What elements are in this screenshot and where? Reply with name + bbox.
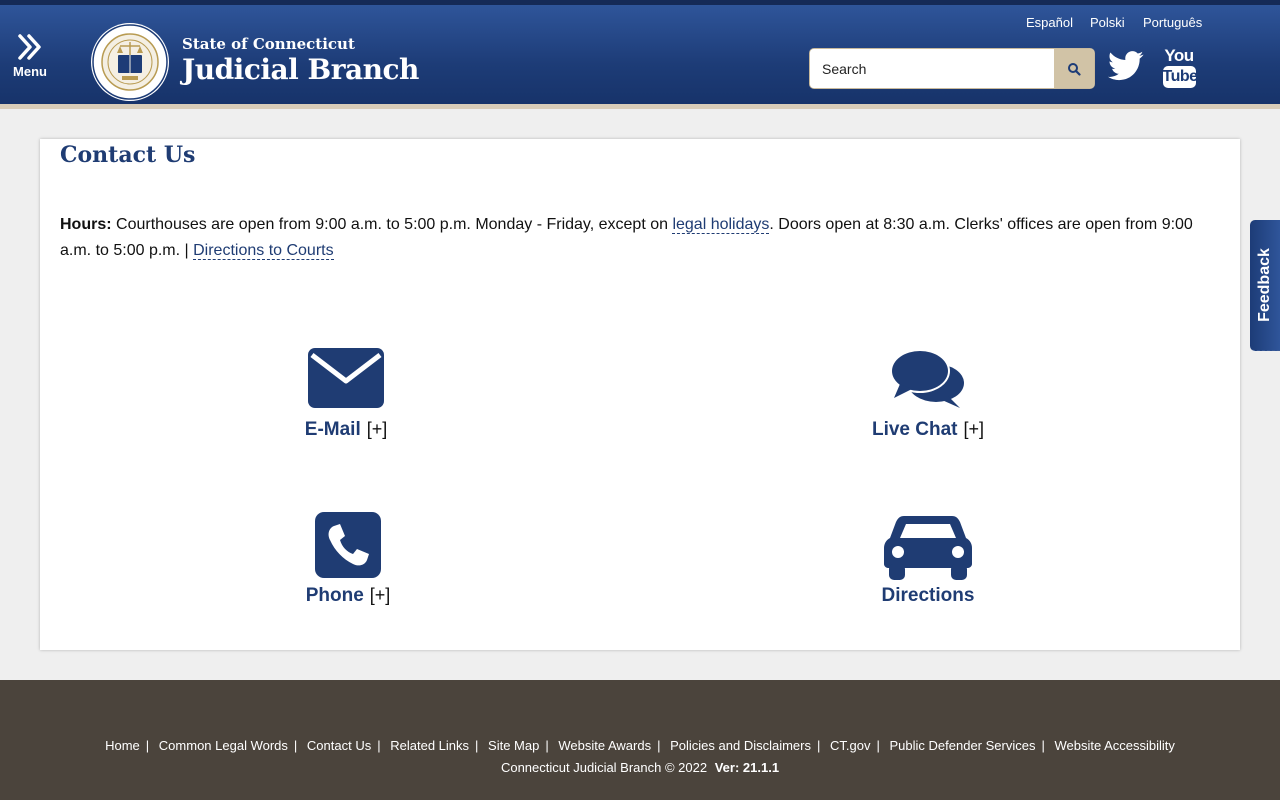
email-expand-toggle[interactable]: [+] (367, 419, 388, 439)
double-chevron-right-icon (18, 34, 41, 60)
footer-copyright: Connecticut Judicial Branch © 2022 Ver: … (0, 760, 1280, 775)
phone-icon (315, 512, 381, 578)
search-button[interactable] (1054, 49, 1094, 88)
footer-link-related-links[interactable]: Related Links (390, 738, 469, 753)
phone-label: Phone (305, 585, 364, 606)
footer-links: Home | Common Legal Words | Contact Us | Re… (0, 738, 1280, 753)
language-link-polski[interactable]: Polski (1090, 15, 1125, 30)
footer-separator: | (876, 738, 880, 753)
directions-label: Directions (881, 585, 975, 606)
footer-link-accessibility[interactable]: Website Accessibility (1054, 738, 1174, 753)
brand-title[interactable]: State of Connecticut Judicial Branch (182, 35, 419, 87)
car-icon (884, 516, 972, 580)
search-icon (1068, 62, 1081, 76)
footer-link-site-map[interactable]: Site Map (488, 738, 539, 753)
footer-link-public-defender[interactable]: Public Defender Services (890, 738, 1036, 753)
twitter-icon[interactable] (1108, 51, 1144, 81)
email-contact[interactable]: E-Mail [+] (216, 348, 476, 441)
footer-link-website-awards[interactable]: Website Awards (558, 738, 651, 753)
hours-label: Hours: (60, 216, 112, 233)
footer-separator: | (475, 738, 479, 753)
header-bottom-border (0, 104, 1280, 109)
feedback-label: Feedback (1256, 248, 1273, 322)
language-link-portugues[interactable]: Português (1143, 15, 1202, 30)
phone-contact[interactable]: Phone [+] (218, 512, 478, 607)
directions-to-courts-link[interactable]: Directions to Courts (193, 242, 334, 260)
page-title: Contact Us (60, 142, 196, 168)
footer-link-home[interactable]: Home (105, 738, 140, 753)
search-box (810, 49, 1094, 88)
email-label: E-Mail (304, 419, 361, 440)
directions-contact[interactable]: Directions (798, 512, 1058, 607)
footer-separator: | (293, 738, 298, 753)
hours-paragraph: Hours: Courthouses are open from 9:00 a.… (60, 212, 1210, 264)
live-chat-label: Live Chat (871, 419, 958, 440)
live-chat-expand-toggle[interactable]: [+] (964, 419, 985, 439)
site-footer: Home | Common Legal Words | Contact Us | Re… (0, 680, 1280, 800)
phone-expand-toggle[interactable]: [+] (370, 585, 391, 605)
footer-link-ct-gov[interactable]: CT.gov (830, 738, 870, 753)
chat-bubbles-icon (890, 349, 964, 408)
footer-separator: | (377, 738, 381, 753)
footer-link-common-legal-words[interactable]: Common Legal Words (159, 738, 288, 753)
footer-separator: | (817, 738, 821, 753)
footer-link-policies[interactable]: Policies and Disclaimers (670, 738, 811, 753)
site-header: Menu State of Connecticut Judicial Branc… (0, 5, 1280, 104)
feedback-tab[interactable]: Feedback (1250, 220, 1280, 351)
contact-card: Contact Us Hours: Courthouses are open f… (40, 139, 1240, 650)
legal-holidays-link[interactable]: legal holidays (672, 216, 770, 234)
live-chat-contact[interactable]: Live Chat [+] (798, 348, 1058, 441)
menu-label: Menu (13, 64, 47, 79)
copyright-text: Connecticut Judicial Branch © 2022 (500, 760, 708, 775)
hours-text-part1: Courthouses are open from 9:00 a.m. to 5… (116, 216, 668, 233)
brand-subtitle: State of Connecticut (182, 35, 355, 53)
footer-separator: | (657, 738, 661, 753)
language-link-espanol[interactable]: Español (1026, 15, 1073, 30)
footer-link-contact-us[interactable]: Contact Us (307, 738, 371, 753)
menu-button[interactable]: Menu (8, 33, 52, 91)
version-text: Ver: 21.1.1 (714, 760, 780, 775)
youtube-icon[interactable]: You Tube (1161, 47, 1198, 88)
search-input[interactable] (810, 49, 1054, 88)
brand-main-title: Judicial Branch (182, 53, 419, 86)
footer-separator: | (1041, 738, 1045, 753)
envelope-icon (308, 348, 384, 408)
judicial-seal-logo[interactable] (90, 22, 170, 102)
footer-separator: | (545, 738, 549, 753)
footer-separator: | (145, 738, 150, 753)
